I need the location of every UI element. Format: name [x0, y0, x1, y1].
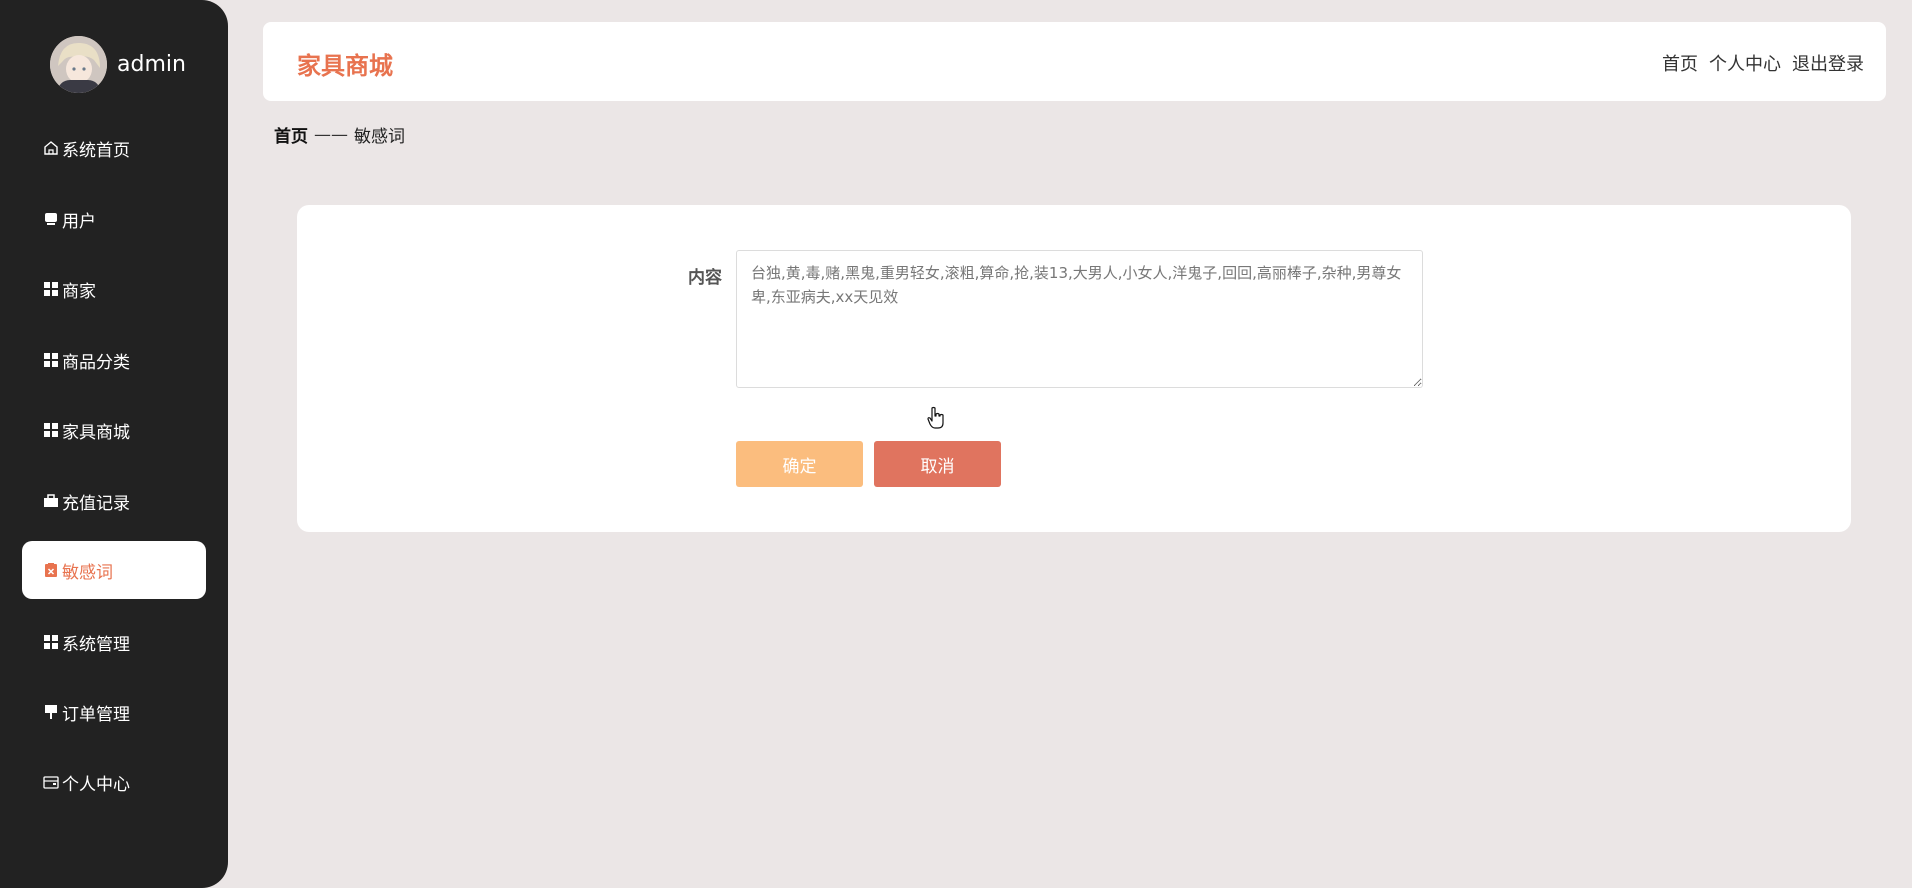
nav-logout-link[interactable]: 退出登录	[1792, 50, 1864, 76]
sidebar: admin 系统首页 用户 商家 商品分类 家具商城 充值记录 敏感词 系统管理…	[0, 0, 228, 888]
breadcrumb-home[interactable]: 首页	[274, 122, 308, 147]
sidebar-item-home[interactable]: 系统首页	[22, 119, 206, 177]
user-profile: admin	[50, 36, 186, 93]
user-icon	[42, 210, 60, 228]
sidebar-item-label: 充值记录	[62, 493, 130, 514]
breadcrumb-current: 敏感词	[354, 127, 405, 147]
breadcrumb: 首页 —— 敏感词	[274, 122, 405, 148]
sidebar-item-label: 个人中心	[62, 774, 130, 795]
sign-icon	[42, 703, 60, 721]
nav-home-link[interactable]: 首页	[1662, 50, 1698, 76]
sidebar-item-label: 系统管理	[62, 634, 130, 655]
sidebar-item-merchants[interactable]: 商家	[22, 260, 206, 318]
sidebar-item-users[interactable]: 用户	[22, 190, 206, 248]
sidebar-item-orders[interactable]: 订单管理	[22, 683, 206, 741]
sidebar-item-furniture-mall[interactable]: 家具商城	[22, 401, 206, 459]
briefcase-icon	[42, 492, 60, 510]
content-label: 内容	[688, 268, 722, 288]
clipboard-x-icon	[42, 561, 60, 579]
grid-icon	[42, 351, 60, 369]
sidebar-item-categories[interactable]: 商品分类	[22, 331, 206, 389]
breadcrumb-separator: ——	[314, 124, 348, 145]
confirm-button[interactable]: 确定	[736, 441, 863, 487]
sidebar-item-label: 家具商城	[62, 422, 130, 443]
top-header: 家具商城 首页 个人中心 退出登录	[263, 22, 1886, 101]
sidebar-item-recharge[interactable]: 充值记录	[22, 472, 206, 530]
content-textarea[interactable]: 台独,黄,毒,赌,黑鬼,重男轻女,滚粗,算命,抢,装13,大男人,小女人,洋鬼子…	[736, 250, 1423, 388]
grid-icon	[42, 421, 60, 439]
sidebar-item-label: 商家	[62, 281, 96, 302]
sidebar-item-label: 商品分类	[62, 352, 130, 373]
grid-icon	[42, 280, 60, 298]
sidebar-item-sensitive-words[interactable]: 敏感词	[22, 541, 206, 599]
hand-cursor-icon	[926, 406, 946, 434]
cancel-button[interactable]: 取消	[874, 441, 1001, 487]
sidebar-item-label: 系统首页	[62, 140, 130, 161]
header-nav: 首页 个人中心 退出登录	[1651, 50, 1864, 76]
sidebar-item-label: 订单管理	[62, 704, 130, 725]
sidebar-item-system[interactable]: 系统管理	[22, 613, 206, 671]
wallet-icon	[42, 773, 60, 791]
nav-profile-link[interactable]: 个人中心	[1709, 50, 1781, 76]
sidebar-item-label: 用户	[62, 211, 96, 232]
brand-title: 家具商城	[297, 52, 393, 80]
sidebar-item-personal-center[interactable]: 个人中心	[22, 753, 206, 811]
avatar[interactable]	[50, 36, 107, 93]
form-card: 内容 台独,黄,毒,赌,黑鬼,重男轻女,滚粗,算命,抢,装13,大男人,小女人,…	[297, 205, 1851, 532]
sidebar-item-label: 敏感词	[62, 562, 113, 583]
home-icon	[42, 139, 60, 157]
grid-icon	[42, 633, 60, 651]
username: admin	[117, 52, 186, 77]
